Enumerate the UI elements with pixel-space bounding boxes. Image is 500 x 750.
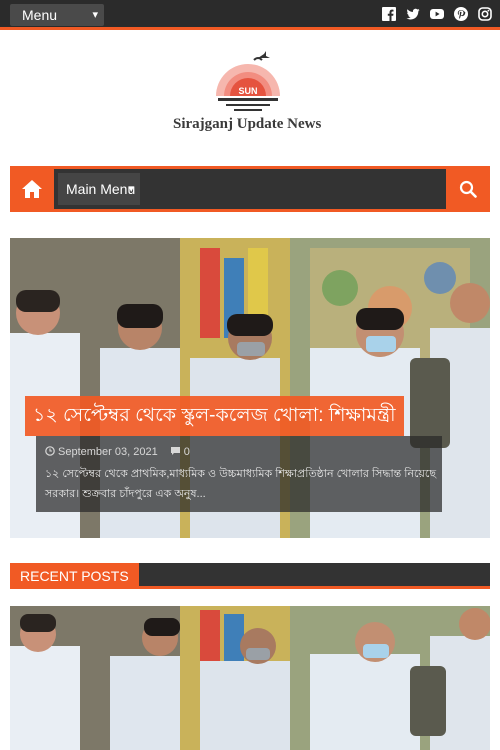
recent-posts-header: RECENT POSTS — [10, 563, 490, 589]
youtube-icon[interactable] — [430, 7, 444, 21]
main-navigation: Main Menu ▾ — [10, 166, 490, 212]
top-menu-select[interactable]: Menu ▾ — [10, 4, 104, 26]
pinterest-icon[interactable] — [454, 7, 468, 21]
comments-meta[interactable]: 0 — [170, 446, 190, 458]
social-links — [382, 7, 492, 21]
twitter-icon[interactable] — [406, 7, 420, 21]
instagram-icon[interactable] — [478, 7, 492, 21]
recent-post-image[interactable] — [10, 606, 490, 750]
recent-post-thumbnail[interactable] — [10, 606, 490, 750]
top-bar: Menu ▾ — [0, 0, 500, 30]
chevron-down-icon: ▾ — [128, 183, 134, 195]
comments-icon — [170, 447, 180, 455]
featured-title[interactable]: ১২ সেপ্টেম্বর থেকে স্কুল-কলেজ খোলা: শিক্… — [25, 396, 404, 436]
featured-excerpt: ১২ সেপ্টেম্বর থেকে প্রাথমিক,মাধ্যমিক ও উ… — [45, 468, 436, 500]
date-meta: September 03, 2021 — [45, 446, 158, 458]
home-icon — [22, 180, 42, 198]
top-menu-label: Menu — [22, 7, 58, 23]
search-icon — [459, 180, 477, 198]
search-button[interactable] — [446, 166, 490, 212]
facebook-icon[interactable] — [382, 7, 396, 21]
section-title: RECENT POSTS — [10, 563, 139, 589]
comment-count: 0 — [183, 446, 190, 458]
home-button[interactable] — [10, 166, 54, 212]
logo-text: SUN — [238, 86, 257, 96]
post-date: September 03, 2021 — [58, 446, 158, 458]
main-menu-label: Main Menu — [66, 181, 136, 197]
chevron-down-icon: ▾ — [92, 9, 98, 21]
main-menu-select[interactable]: Main Menu ▾ — [58, 173, 140, 205]
featured-meta: September 03, 2021 0 — [45, 446, 190, 458]
site-title[interactable]: Sirajganj Update News — [173, 116, 333, 133]
clock-icon — [45, 446, 55, 456]
